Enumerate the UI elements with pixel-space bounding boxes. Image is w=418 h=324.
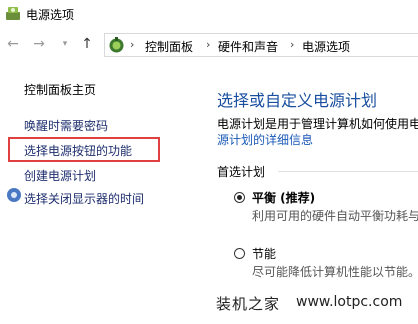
radio-selected-dot	[237, 195, 242, 200]
chevron-down-icon[interactable]: ▾	[56, 35, 74, 53]
plan-name-power-saver[interactable]: 节能	[252, 245, 276, 262]
section-divider	[278, 171, 418, 172]
section-label: 首选计划	[217, 165, 266, 179]
arrow-up-icon[interactable]: ↑	[78, 35, 96, 53]
arrow-left-icon[interactable]: ←	[4, 35, 22, 53]
sidebar-home-link[interactable]: 控制面板主页	[24, 81, 96, 98]
control-panel-icon	[109, 37, 124, 53]
sidebar-item-create-plan[interactable]: 创建电源计划	[24, 167, 96, 184]
radio-power-saver[interactable]	[234, 248, 245, 259]
radio-balanced[interactable]	[234, 192, 245, 203]
breadcrumb-separator: ›	[206, 38, 211, 51]
power-options-icon	[6, 7, 20, 20]
display-off-icon	[7, 188, 21, 202]
breadcrumb-control-panel[interactable]: 控制面板	[145, 38, 193, 55]
plan-desc-balanced: 利用可用的硬件自动平衡功耗与	[252, 209, 418, 223]
window-title: 电源选项	[26, 8, 75, 22]
watermark-url: www.lotpc.com	[296, 294, 403, 310]
sidebar-item-wake-password[interactable]: 唤醒时需要密码	[24, 117, 108, 134]
breadcrumb-separator: ›	[290, 38, 295, 51]
description-text: 电源计划是用于管理计算机如何使用电	[217, 117, 418, 131]
sidebar-item-display-off[interactable]: 选择关闭显示器的时间	[24, 190, 144, 207]
plan-info-link[interactable]: 源计划的详细信息	[217, 131, 313, 148]
plan-name-balanced[interactable]: 平衡 (推荐)	[252, 189, 315, 206]
page-heading: 选择或自定义电源计划	[217, 91, 378, 110]
watermark-text: 装机之家	[216, 295, 281, 313]
breadcrumb-power-options[interactable]: 电源选项	[302, 38, 350, 55]
breadcrumb-separator: ›	[130, 38, 135, 51]
breadcrumb-hardware-sound[interactable]: 硬件和声音	[218, 38, 278, 55]
sidebar-item-power-button[interactable]: 选择电源按钮的功能	[24, 142, 132, 159]
plan-desc-power-saver: 尽可能降低计算机性能以节能。	[252, 265, 418, 279]
arrow-right-icon[interactable]: →	[30, 35, 48, 53]
